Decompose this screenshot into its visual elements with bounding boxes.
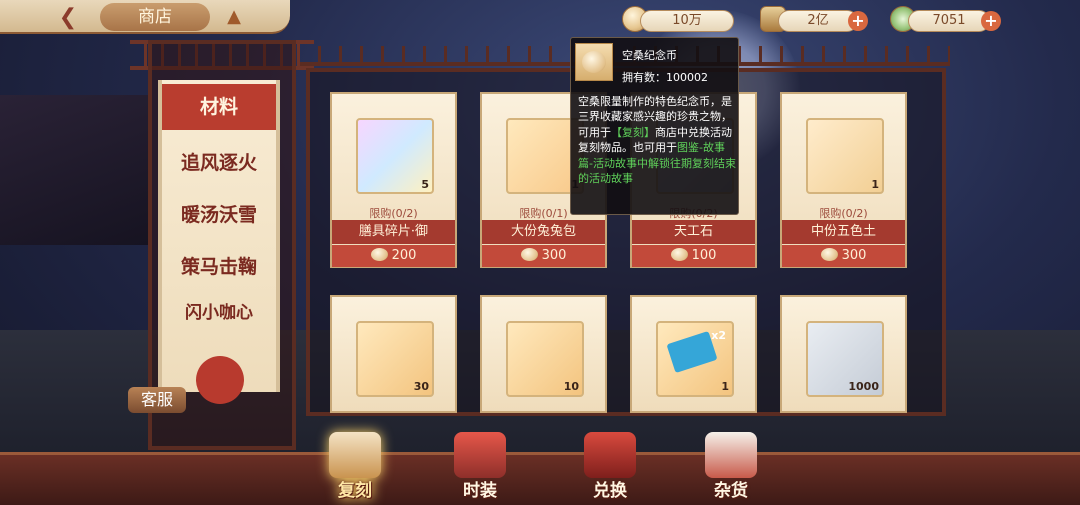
- ticket-shape: [666, 330, 718, 374]
- header-bar: ❮ 商店 ▲: [0, 0, 290, 34]
- item-qty: 1: [871, 178, 879, 191]
- category-xiaokaxin[interactable]: 闪小咖心: [162, 298, 276, 324]
- page-title: 商店: [100, 3, 210, 31]
- customer-service-button[interactable]: 客服: [128, 387, 186, 413]
- item-price: 200: [332, 245, 455, 267]
- category-cema[interactable]: 策马击鞠: [162, 252, 276, 279]
- item-name: 膳具碎片·御: [332, 220, 455, 244]
- costume-icon: [454, 432, 506, 478]
- item-card-8[interactable]: 1000: [780, 295, 907, 413]
- crystal-shard-icon: 5: [356, 118, 434, 194]
- tooltip-item-frame: [575, 43, 613, 81]
- item-card-4[interactable]: 1 限购(0/2) 中份五色土 300: [780, 92, 907, 268]
- item-name: 中份五色土: [782, 220, 905, 244]
- coin-icon: [670, 248, 688, 261]
- category-materials[interactable]: 材料: [162, 84, 276, 130]
- crown-icon[interactable]: ▲: [222, 6, 246, 28]
- currency-kongsang: 10万: [640, 10, 734, 32]
- item-qty: 1: [721, 380, 729, 393]
- item-price: 300: [782, 245, 905, 267]
- price-value: 300: [541, 248, 567, 263]
- nav-duihuan[interactable]: 兑换: [567, 432, 653, 505]
- item-card-7[interactable]: x2 1: [630, 295, 757, 413]
- nav-shizhuang[interactable]: 时装: [437, 432, 523, 505]
- coin-icon: [520, 248, 538, 261]
- price-value: 100: [691, 248, 717, 263]
- currency-gold: 2亿: [778, 10, 858, 32]
- bottom-bar: [0, 452, 1080, 505]
- rice-bowl-icon: 30: [356, 321, 434, 397]
- item-qty: 10: [563, 380, 579, 393]
- currency-tooltip: 空桑纪念币 拥有数：100002 空桑限量制作的特色纪念币，是三界收藏家感兴趣的…: [570, 37, 739, 215]
- tooltip-owned: 拥有数：100002: [622, 71, 708, 84]
- purchase-limit: 限购(0/2): [819, 207, 868, 220]
- item-price: 300: [482, 245, 605, 267]
- category-nuantang[interactable]: 暖汤沃雪: [162, 200, 276, 227]
- category-zhuifeng[interactable]: 追风逐火: [162, 148, 276, 175]
- roof-eave-decoration: [0, 95, 150, 245]
- item-card-6[interactable]: 10: [480, 295, 607, 413]
- shell-coin-icon: 1000: [806, 321, 884, 397]
- nav-zahuo[interactable]: 杂货: [688, 432, 774, 505]
- item-name: 天工石: [632, 220, 755, 244]
- bunny-bowl-icon: [705, 432, 757, 478]
- coin-icon: [820, 248, 838, 261]
- price-value: 300: [841, 248, 867, 263]
- scroll-end-ornament: [196, 356, 244, 404]
- purchase-limit: 限购(0/2): [369, 207, 418, 220]
- add-jade-button[interactable]: +: [981, 11, 1001, 31]
- five-color-soil-icon: 1: [806, 118, 884, 194]
- ticket-multiplier: x2: [711, 329, 726, 342]
- gold-crystal-icon: 10: [506, 321, 584, 397]
- currency-jade: 7051: [908, 10, 990, 32]
- item-qty: 1000: [848, 380, 879, 393]
- tooltip-description: 空桑限量制作的特色纪念币，是三界收藏家感兴趣的珍贵之物，可用于【复刻】商店中兑换…: [578, 94, 736, 186]
- nav-label: 杂货: [714, 481, 748, 501]
- lantern-box-icon: [584, 432, 636, 478]
- item-price: 100: [632, 245, 755, 267]
- back-arrow-icon[interactable]: ❮: [52, 5, 84, 31]
- coin-icon: [370, 248, 388, 261]
- price-value: 200: [391, 248, 417, 263]
- nav-label: 时装: [463, 481, 497, 501]
- tooltip-highlight[interactable]: 【复刻】: [611, 126, 655, 139]
- nav-fuke[interactable]: 复刻: [312, 432, 398, 505]
- tooltip-title: 空桑纪念币: [622, 49, 677, 62]
- nav-label: 复刻: [338, 481, 372, 501]
- nav-label: 兑换: [593, 481, 627, 501]
- add-gold-button[interactable]: +: [848, 11, 868, 31]
- item-name: 大份兔兔包: [482, 220, 605, 244]
- ticket-icon: x2 1: [656, 321, 734, 397]
- item-qty: 30: [413, 380, 429, 393]
- shop-screen: ❮ 商店 ▲ 10万 2亿 + 7051 + 材料 追风逐火 暖汤沃雪 策马击鞠…: [0, 0, 1080, 505]
- kongsang-coin-icon: [582, 51, 606, 73]
- gift-basket-icon: [329, 432, 381, 478]
- item-card-1[interactable]: 5 限购(0/2) 膳具碎片·御 200: [330, 92, 457, 268]
- item-qty: 5: [421, 178, 429, 191]
- item-card-5[interactable]: 30: [330, 295, 457, 413]
